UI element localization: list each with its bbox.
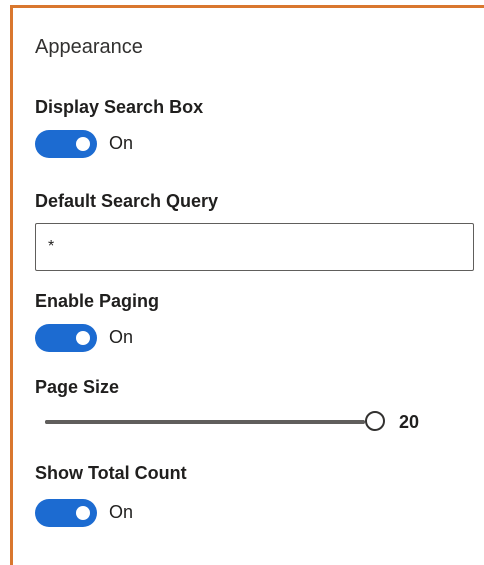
display-search-box-toggle[interactable] <box>35 130 97 158</box>
slider-fill <box>45 420 365 424</box>
page-size-value: 20 <box>399 412 420 432</box>
toggle-knob <box>76 137 90 151</box>
toggle-knob <box>76 506 90 520</box>
show-total-count-toggle[interactable] <box>35 499 97 527</box>
enable-paging-toggle[interactable] <box>35 324 97 352</box>
page-size-label: Page Size <box>35 377 120 397</box>
section-title: Appearance <box>35 36 143 58</box>
display-search-box-state: On <box>109 133 134 153</box>
toggle-knob <box>76 331 90 345</box>
slider-thumb[interactable] <box>365 411 385 431</box>
default-search-query-label: Default Search Query <box>35 191 219 211</box>
enable-paging-state: On <box>109 327 134 347</box>
page-size-slider[interactable] <box>45 410 387 434</box>
display-search-box-label: Display Search Box <box>35 97 204 117</box>
show-total-count-state: On <box>109 502 134 522</box>
default-search-query-input[interactable] <box>35 223 474 271</box>
show-total-count-label: Show Total Count <box>35 463 187 483</box>
enable-paging-label: Enable Paging <box>35 291 160 311</box>
